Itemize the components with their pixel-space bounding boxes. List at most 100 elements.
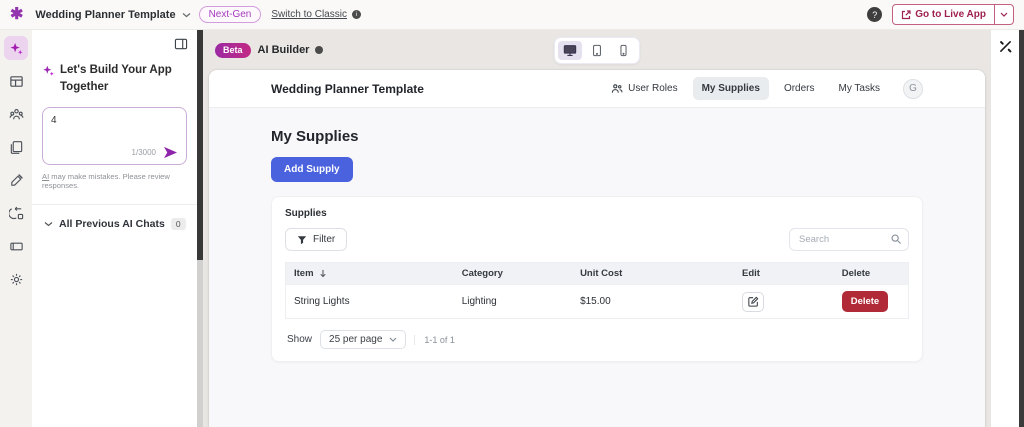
rail-item-panels[interactable] — [4, 234, 28, 258]
main-region: Let's Build Your App Together 4 1/3000 A… — [0, 30, 1024, 427]
filter-funnel-icon — [297, 235, 307, 245]
chats-count-badge: 0 — [171, 218, 186, 230]
user-avatar[interactable]: G — [903, 79, 923, 99]
right-edge-scrollbar[interactable] — [1019, 30, 1024, 427]
edit-row-button[interactable] — [742, 292, 764, 312]
panel-icon — [9, 239, 24, 254]
rail-item-settings[interactable] — [4, 267, 28, 291]
preview-app-title: Wedding Planner Template — [271, 82, 424, 96]
app-preview-frame: Wedding Planner Template User Roles My S… — [209, 70, 985, 427]
chevron-down-icon[interactable] — [182, 12, 191, 18]
nav-item-my-tasks[interactable]: My Tasks — [830, 77, 890, 100]
nav-label: My Supplies — [702, 83, 760, 94]
chevron-down-icon — [389, 337, 397, 342]
supplies-card: Supplies Filter — [271, 196, 923, 362]
workflow-icon — [9, 206, 24, 221]
search-icon — [890, 233, 902, 245]
cell-item: String Lights — [286, 285, 454, 319]
brush-icon — [9, 173, 24, 188]
builder-canvas: Beta AI Builder Wedding Planner Template — [203, 30, 990, 427]
collapse-panel-icon[interactable] — [174, 38, 188, 50]
go-to-live-app-label: Go to Live App — [915, 9, 986, 20]
nav-label: Orders — [784, 83, 815, 94]
nav-item-orders[interactable]: Orders — [775, 77, 824, 100]
filter-label: Filter — [313, 234, 335, 245]
builder-top-bar: Beta AI Builder — [203, 30, 990, 70]
add-supply-button[interactable]: Add Supply — [271, 157, 353, 182]
gear-icon — [9, 272, 24, 287]
device-desktop-button[interactable] — [558, 41, 582, 60]
page-title: My Supplies — [271, 128, 923, 145]
tools-wrench-icon[interactable] — [999, 40, 1012, 427]
next-gen-badge: Next-Gen — [199, 6, 262, 23]
ai-prompt-input[interactable]: 4 — [43, 108, 186, 142]
column-header-unit-cost[interactable]: Unit Cost — [572, 263, 734, 285]
pages-icon — [9, 140, 24, 155]
pagination-range: 1-1 of 1 — [414, 335, 455, 345]
rail-item-ai-builder[interactable] — [4, 36, 28, 60]
top-header-bar: ✱ Wedding Planner Template Next-Gen Swit… — [0, 0, 1024, 30]
info-icon[interactable] — [315, 46, 323, 54]
per-page-value: 25 per page — [329, 334, 382, 345]
nav-label: User Roles — [628, 83, 677, 94]
navigation-rail — [0, 30, 32, 427]
supplies-card-title: Supplies — [285, 208, 909, 219]
send-icon[interactable] — [163, 146, 178, 159]
header-label: Item — [294, 268, 314, 279]
rail-item-data-tables[interactable] — [4, 69, 28, 93]
app-title: Wedding Planner Template — [35, 9, 175, 21]
builder-title: AI Builder — [258, 44, 310, 56]
rail-item-design[interactable] — [4, 168, 28, 192]
dev-tools-strip — [990, 30, 1019, 427]
nav-item-my-supplies[interactable]: My Supplies — [693, 77, 769, 100]
column-header-category[interactable]: Category — [454, 263, 572, 285]
chevron-down-icon — [44, 221, 53, 227]
edit-pencil-icon — [748, 296, 759, 307]
delete-row-button[interactable]: Delete — [842, 291, 889, 312]
column-header-item[interactable]: Item — [286, 263, 454, 285]
preview-nav: User Roles My Supplies Orders My Tasks G — [602, 77, 923, 100]
external-link-icon — [901, 10, 911, 20]
device-tablet-button[interactable] — [585, 41, 609, 60]
rail-item-users[interactable] — [4, 102, 28, 126]
cell-unit-cost: $15.00 — [572, 285, 734, 319]
rail-item-pages[interactable] — [4, 135, 28, 159]
info-icon[interactable]: i — [352, 10, 361, 19]
go-to-live-app-button[interactable]: Go to Live App — [892, 4, 1014, 25]
cell-category: Lighting — [454, 285, 572, 319]
previous-chats-toggle[interactable]: All Previous AI Chats 0 — [32, 205, 197, 230]
user-roles-icon — [611, 83, 623, 94]
sparkles-icon — [9, 41, 24, 56]
column-header-delete: Delete — [834, 263, 909, 285]
table-icon — [9, 74, 24, 89]
show-label: Show — [287, 334, 312, 345]
search-field — [789, 228, 909, 251]
preview-app-header: Wedding Planner Template User Roles My S… — [209, 70, 985, 108]
users-icon — [9, 107, 24, 122]
nav-label: My Tasks — [839, 83, 881, 94]
ai-disclaimer-text: may make mistakes. Please review respons… — [42, 172, 170, 190]
rail-item-workflows[interactable] — [4, 201, 28, 225]
per-page-select[interactable]: 25 per page — [320, 330, 406, 349]
device-preview-toggle — [554, 37, 640, 64]
ai-panel-heading: Let's Build Your App Together — [60, 62, 185, 95]
device-phone-button[interactable] — [612, 41, 636, 60]
beta-badge: Beta — [215, 43, 251, 58]
column-header-edit: Edit — [734, 263, 834, 285]
filter-button[interactable]: Filter — [285, 228, 347, 251]
ai-chat-panel: Let's Build Your App Together 4 1/3000 A… — [32, 30, 197, 427]
pagination-bar: Show 25 per page 1-1 of 1 — [285, 328, 909, 351]
sparkle-icon — [42, 64, 55, 95]
brand-logo-icon[interactable]: ✱ — [10, 7, 23, 23]
live-app-dropdown-chevron[interactable] — [994, 5, 1013, 24]
help-icon[interactable]: ? — [867, 7, 882, 22]
nav-item-user-roles[interactable]: User Roles — [602, 77, 686, 100]
table-row: String Lights Lighting $15.00 — [286, 285, 909, 319]
previous-chats-label: All Previous AI Chats — [59, 218, 165, 230]
switch-to-classic-link[interactable]: Switch to Classic — [271, 9, 347, 20]
table-header-row: Item Category Unit Cost Edit Delete — [286, 263, 909, 285]
sort-desc-icon[interactable] — [319, 269, 327, 278]
ai-prompt-box: 4 1/3000 — [42, 107, 187, 165]
supplies-table: Item Category Unit Cost Edit Delete — [285, 262, 909, 319]
char-counter: 1/3000 — [132, 148, 156, 157]
